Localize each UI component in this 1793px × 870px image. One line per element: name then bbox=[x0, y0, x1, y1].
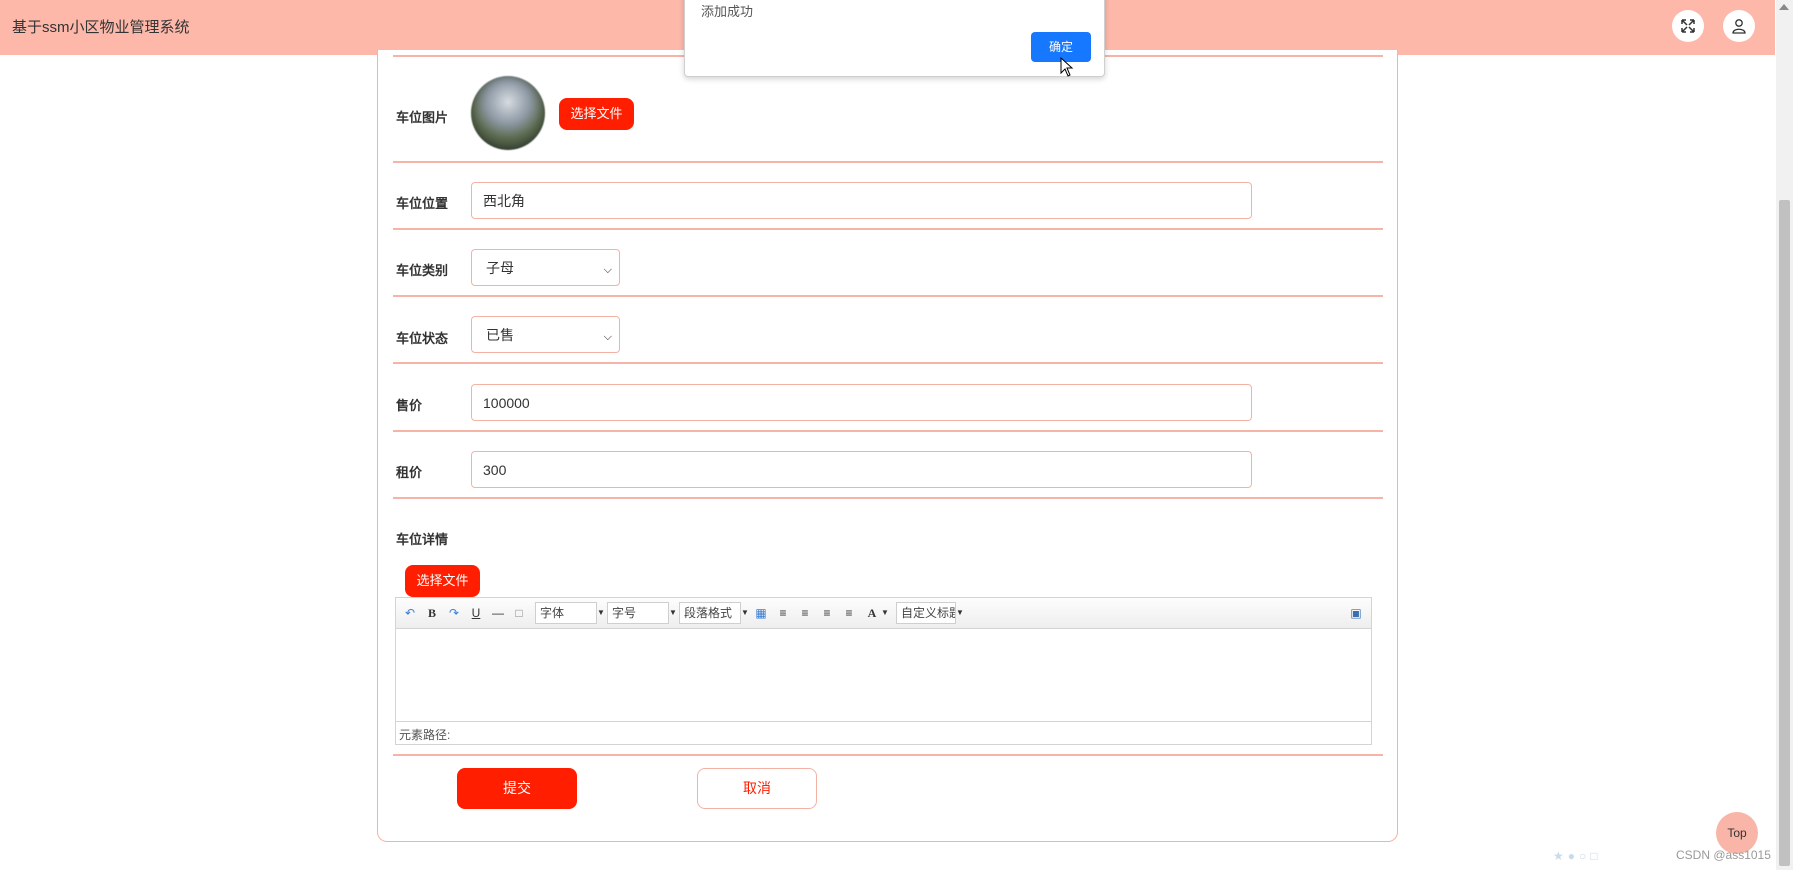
align-center-icon[interactable]: ≡ bbox=[820, 605, 834, 621]
font-family-select[interactable]: 字体 ▼ bbox=[535, 602, 605, 624]
location-input[interactable]: 西北角 bbox=[471, 182, 1252, 219]
font-size-select[interactable]: 字号 ▼ bbox=[607, 602, 677, 624]
dialog-message: 添加成功 bbox=[701, 4, 754, 19]
fullscreen-button[interactable] bbox=[1672, 10, 1704, 42]
choose-image-button[interactable]: 选择文件 bbox=[559, 98, 634, 130]
system-tray-icons: ★●○□ bbox=[1553, 849, 1602, 863]
page-scrollbar[interactable] bbox=[1776, 0, 1793, 870]
custom-title-label: 自定义标题 bbox=[901, 606, 955, 620]
chevron-down-icon: ▼ bbox=[597, 608, 605, 617]
font-family-label: 字体 bbox=[540, 606, 565, 620]
custom-title-select[interactable]: 自定义标题 ▼ bbox=[896, 602, 964, 624]
choose-detail-file-button[interactable]: 选择文件 bbox=[405, 565, 480, 597]
sale-price-input[interactable]: 100000 bbox=[471, 384, 1252, 421]
align-justify-icon[interactable]: ≡ bbox=[842, 605, 856, 621]
category-selected-value: 子母 bbox=[486, 260, 514, 276]
row-divider bbox=[393, 754, 1383, 756]
row-divider bbox=[393, 362, 1383, 364]
watermark: CSDN @ass1015 bbox=[1676, 848, 1771, 862]
mouse-cursor-icon bbox=[1060, 57, 1074, 77]
row-divider bbox=[393, 228, 1383, 230]
row-divider bbox=[393, 430, 1383, 432]
status-select[interactable]: 已售 ⌵ bbox=[471, 316, 620, 353]
scroll-up-arrow[interactable] bbox=[1779, 4, 1789, 10]
font-size-label: 字号 bbox=[612, 606, 637, 620]
status-label: 车位状态 bbox=[396, 331, 449, 346]
chevron-down-icon: ▼ bbox=[669, 608, 677, 617]
row-divider bbox=[393, 497, 1383, 499]
app-title: 基于ssm小区物业管理系统 bbox=[12, 19, 190, 36]
editor-toolbar: ↶ B ↷ U — □ 字体 ▼ 字号 ▼ 段落格式 ▼ ▦ ≡ ≡ ≡ ≡ A bbox=[396, 598, 1371, 629]
undo-icon[interactable]: ↶ bbox=[402, 605, 418, 621]
table-icon[interactable]: ▦ bbox=[754, 605, 768, 621]
row-divider bbox=[393, 295, 1383, 297]
success-dialog: 添加成功 确定 bbox=[684, 0, 1105, 77]
editor-content-area[interactable] bbox=[396, 629, 1371, 721]
sale-price-label: 售价 bbox=[396, 398, 423, 413]
cancel-button[interactable]: 取消 bbox=[697, 768, 817, 809]
element-path: 元素路径: bbox=[396, 721, 1371, 744]
parking-image-preview bbox=[471, 76, 545, 150]
user-icon bbox=[1732, 19, 1746, 34]
location-label: 车位位置 bbox=[396, 196, 449, 211]
rent-price-label: 租价 bbox=[396, 465, 423, 480]
underline-button[interactable]: U bbox=[469, 605, 483, 621]
user-button[interactable] bbox=[1723, 10, 1755, 42]
paragraph-format-label: 段落格式 bbox=[684, 606, 733, 620]
font-color-button[interactable]: A bbox=[865, 605, 879, 621]
category-select[interactable]: 子母 ⌵ bbox=[471, 249, 620, 286]
redo-icon[interactable]: ↷ bbox=[446, 605, 462, 621]
rent-price-input[interactable]: 300 bbox=[471, 451, 1252, 488]
page-icon[interactable]: □ bbox=[513, 605, 525, 621]
bold-button[interactable]: B bbox=[425, 605, 439, 621]
rich-text-editor: ↶ B ↷ U — □ 字体 ▼ 字号 ▼ 段落格式 ▼ ▦ ≡ ≡ ≡ ≡ A bbox=[395, 597, 1372, 745]
fullscreen-editor-icon[interactable]: ▣ bbox=[1349, 605, 1363, 621]
chevron-down-icon: ▼ bbox=[741, 608, 749, 617]
paragraph-format-select[interactable]: 段落格式 ▼ bbox=[679, 602, 749, 624]
chevron-down-icon: ⌵ bbox=[603, 331, 612, 343]
align-left-icon[interactable]: ≡ bbox=[776, 605, 790, 621]
chevron-down-icon: ▼ bbox=[956, 608, 964, 617]
scroll-thumb[interactable] bbox=[1779, 200, 1790, 866]
align-right-icon[interactable]: ≡ bbox=[798, 605, 812, 621]
category-label: 车位类别 bbox=[396, 263, 449, 278]
fullscreen-icon bbox=[1681, 19, 1695, 33]
chevron-down-icon: ⌵ bbox=[603, 264, 612, 276]
chevron-down-icon[interactable]: ▼ bbox=[881, 605, 889, 621]
row-divider bbox=[393, 161, 1383, 163]
horizontal-rule-icon[interactable]: — bbox=[491, 605, 505, 621]
submit-button[interactable]: 提交 bbox=[457, 768, 577, 809]
status-selected-value: 已售 bbox=[486, 327, 514, 343]
parking-form-card: 车位图片 选择文件 车位位置 西北角 车位类别 子母 ⌵ 车位状态 已售 ⌵ 售… bbox=[377, 50, 1398, 842]
detail-label: 车位详情 bbox=[396, 532, 449, 547]
image-label: 车位图片 bbox=[396, 110, 449, 125]
